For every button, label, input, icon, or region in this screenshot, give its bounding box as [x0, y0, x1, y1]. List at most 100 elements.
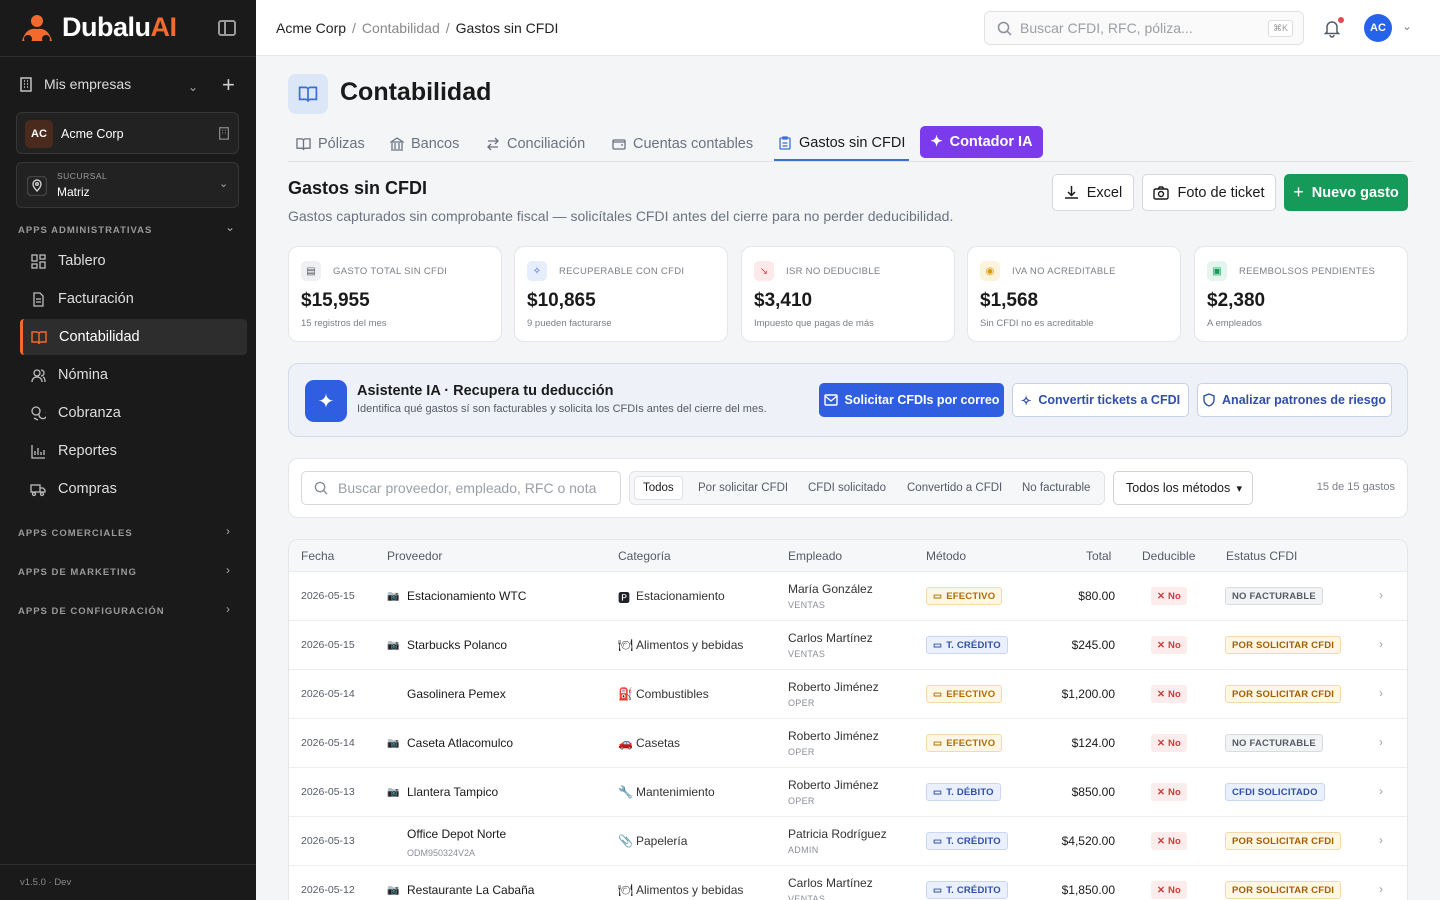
table-row[interactable]: 2026-05-13 Office Depot Norte ODM950324V2A…: [289, 817, 1407, 866]
filter-todos[interactable]: Todos: [634, 476, 683, 500]
app-version: v1.5.0 · Dev: [20, 877, 72, 888]
sidebar-item-label: Cobranza: [58, 405, 121, 421]
mis-empresas-toggle[interactable]: Mis empresas: [18, 76, 131, 92]
chevron-right-icon[interactable]: ›: [226, 524, 230, 538]
chevron-right-icon[interactable]: ›: [1379, 882, 1383, 896]
column-header-deducible[interactable]: Deducible: [1142, 549, 1195, 563]
breadcrumb-company[interactable]: Acme Corp: [276, 20, 346, 36]
section-subtitle: Gastos capturados sin comprobante fiscal…: [288, 208, 954, 224]
module-tabs: Pólizas Bancos Conciliación Cuentas cont…: [288, 126, 1412, 162]
chevron-right-icon[interactable]: ›: [1379, 588, 1383, 602]
photo-ticket-button[interactable]: Foto de ticket: [1142, 174, 1276, 211]
new-expense-button[interactable]: + Nuevo gasto: [1284, 174, 1408, 211]
section-apps-admin[interactable]: APPS ADMINISTRATIVAS: [18, 225, 152, 236]
table-row[interactable]: 2026-05-13 📷 Llantera Tampico 🔧 Mantenimient…: [289, 768, 1407, 817]
chevron-down-icon[interactable]: ⌄: [188, 80, 198, 94]
filter-solicitado[interactable]: CFDI solicitado: [808, 476, 886, 500]
tab-bancos[interactable]: Bancos: [390, 126, 459, 161]
tab-contador-ia[interactable]: ✦ Contador IA: [920, 126, 1043, 158]
table-row[interactable]: 2026-05-15 📷 Starbucks Polanco 🍽 Alimentos y…: [289, 621, 1407, 670]
kpi-card-reembolsos[interactable]: ▣ REEMBOLSOS PENDIENTES $2,380 A emplead…: [1194, 246, 1408, 342]
tab-cuentas-contables[interactable]: Cuentas contables: [612, 126, 753, 161]
tab-polizas[interactable]: Pólizas: [296, 126, 365, 161]
sidebar-item-reportes[interactable]: Reportes: [20, 433, 247, 469]
expense-search-input[interactable]: Buscar proveedor, empleado, RFC o nota: [301, 471, 621, 505]
status-badge[interactable]: NO FACTURABLE: [1225, 587, 1323, 605]
truck-icon: [30, 481, 46, 497]
analyze-risk-button[interactable]: Analizar patrones de riesgo: [1197, 383, 1392, 417]
column-header-metodo[interactable]: Método: [926, 549, 966, 563]
tab-gastos-sin-cfdi[interactable]: Gastos sin CFDI: [774, 126, 910, 161]
chevron-down-icon[interactable]: ⌄: [225, 220, 235, 234]
chevron-right-icon[interactable]: ›: [1379, 637, 1383, 651]
kpi-card-recuperable[interactable]: ✧ RECUPERABLE CON CFDI $10,865 9 pueden …: [514, 246, 728, 342]
sidebar-item-tablero[interactable]: Tablero: [20, 243, 247, 279]
filter-por-solicitar[interactable]: Por solicitar CFDI: [698, 476, 788, 500]
column-header-total[interactable]: Total: [1086, 549, 1111, 563]
cell-total: $1,850.00: [1061, 883, 1115, 897]
table-row[interactable]: 2026-05-14 📷 Caseta Atlacomulco 🚗 Casetas Rob…: [289, 719, 1407, 768]
column-header-empleado[interactable]: Empleado: [788, 549, 842, 563]
magic-wand-icon: ✧: [1020, 393, 1032, 408]
chevron-right-icon[interactable]: ›: [1379, 833, 1383, 847]
company-selector[interactable]: AC Acme Corp: [16, 112, 239, 154]
sidebar-item-label: Tablero: [58, 253, 106, 269]
sidebar-item-facturacion[interactable]: Facturación: [20, 281, 247, 317]
breadcrumb-module[interactable]: Contabilidad: [362, 20, 440, 36]
coin-icon: ◉: [980, 261, 1000, 281]
status-badge[interactable]: POR SOLICITAR CFDI: [1225, 881, 1342, 899]
section-apps-marketing[interactable]: APPS DE MARKETING: [18, 567, 137, 578]
cell-total: $4,520.00: [1061, 834, 1115, 848]
tab-conciliacion[interactable]: Conciliación: [486, 126, 585, 161]
filter-no-facturable[interactable]: No facturable: [1022, 476, 1090, 500]
method-label: T. CRÉDITO: [946, 835, 1001, 847]
add-company-icon[interactable]: +: [222, 74, 235, 96]
status-badge[interactable]: POR SOLICITAR CFDI: [1225, 636, 1342, 654]
camera-icon: 📷: [387, 787, 400, 798]
cell-total: $80.00: [1078, 589, 1115, 603]
kpi-card-isr[interactable]: ↘ ISR NO DEDUCIBLE $3,410 Impuesto que p…: [741, 246, 955, 342]
global-search-input[interactable]: Buscar CFDI, RFC, póliza... ⌘K: [984, 11, 1304, 45]
cell-department: VENTAS: [788, 649, 826, 659]
request-cfdi-email-button[interactable]: Solicitar CFDIs por correo: [819, 383, 1004, 417]
chevron-right-icon[interactable]: ›: [226, 602, 230, 616]
table-row[interactable]: 2026-05-15 📷 Estacionamiento WTC 🅿 Estaciona…: [289, 572, 1407, 621]
column-header-fecha[interactable]: Fecha: [301, 549, 334, 563]
chevron-right-icon[interactable]: ›: [1379, 784, 1383, 798]
app-logo[interactable]: DubaluAI: [18, 12, 177, 43]
sidebar-item-contabilidad[interactable]: Contabilidad: [20, 319, 247, 355]
camera-icon: 📷: [387, 640, 400, 651]
section-apps-config[interactable]: APPS DE CONFIGURACIÓN: [18, 606, 165, 617]
sidebar-item-compras[interactable]: Compras: [20, 471, 247, 507]
book-icon: [31, 329, 47, 345]
convert-tickets-button[interactable]: ✧ Convertir tickets a CFDI: [1012, 383, 1189, 417]
status-badge[interactable]: POR SOLICITAR CFDI: [1225, 832, 1342, 850]
section-apps-comerciales[interactable]: APPS COMERCIALES: [18, 528, 133, 539]
branch-selector[interactable]: SUCURSAL Matriz ⌄: [16, 162, 239, 208]
collapse-sidebar-icon[interactable]: [218, 20, 236, 36]
user-avatar[interactable]: AC: [1364, 14, 1392, 42]
sidebar-item-nomina[interactable]: Nómina: [20, 357, 247, 393]
column-header-estatus[interactable]: Estatus CFDI: [1226, 549, 1297, 563]
column-header-categoria[interactable]: Categoría: [618, 549, 671, 563]
table-row[interactable]: 2026-05-14 Gasolinera Pemex ⛽ Combustibles R…: [289, 670, 1407, 719]
table-row[interactable]: 2026-05-12 📷 Restaurante La Cabaña 🍽 Aliment…: [289, 866, 1407, 900]
status-badge[interactable]: NO FACTURABLE: [1225, 734, 1323, 752]
chevron-right-icon[interactable]: ›: [1379, 735, 1383, 749]
status-badge[interactable]: POR SOLICITAR CFDI: [1225, 685, 1342, 703]
chevron-right-icon[interactable]: ›: [226, 563, 230, 577]
cell-provider: Restaurante La Cabaña: [407, 883, 535, 897]
sidebar-item-label: Nómina: [58, 367, 108, 383]
kpi-sub: Impuesto que pagas de más: [754, 318, 874, 329]
filter-convertido[interactable]: Convertido a CFDI: [907, 476, 1002, 500]
kpi-card-iva[interactable]: ◉ IVA NO ACREDITABLE $1,568 Sin CFDI no …: [967, 246, 1181, 342]
kpi-card-total[interactable]: ▤ GASTO TOTAL SIN CFDI $15,955 15 regist…: [288, 246, 502, 342]
chevron-down-icon[interactable]: ⌄: [1402, 19, 1412, 33]
sidebar-item-cobranza[interactable]: Cobranza: [20, 395, 247, 431]
column-header-proveedor[interactable]: Proveedor: [387, 549, 442, 563]
chevron-right-icon[interactable]: ›: [1379, 686, 1383, 700]
method-select[interactable]: Todos los métodos ▾: [1113, 471, 1253, 505]
tab-label: Bancos: [411, 135, 460, 152]
export-excel-button[interactable]: Excel: [1052, 174, 1134, 211]
status-badge[interactable]: CFDI SOLICITADO: [1225, 783, 1325, 801]
